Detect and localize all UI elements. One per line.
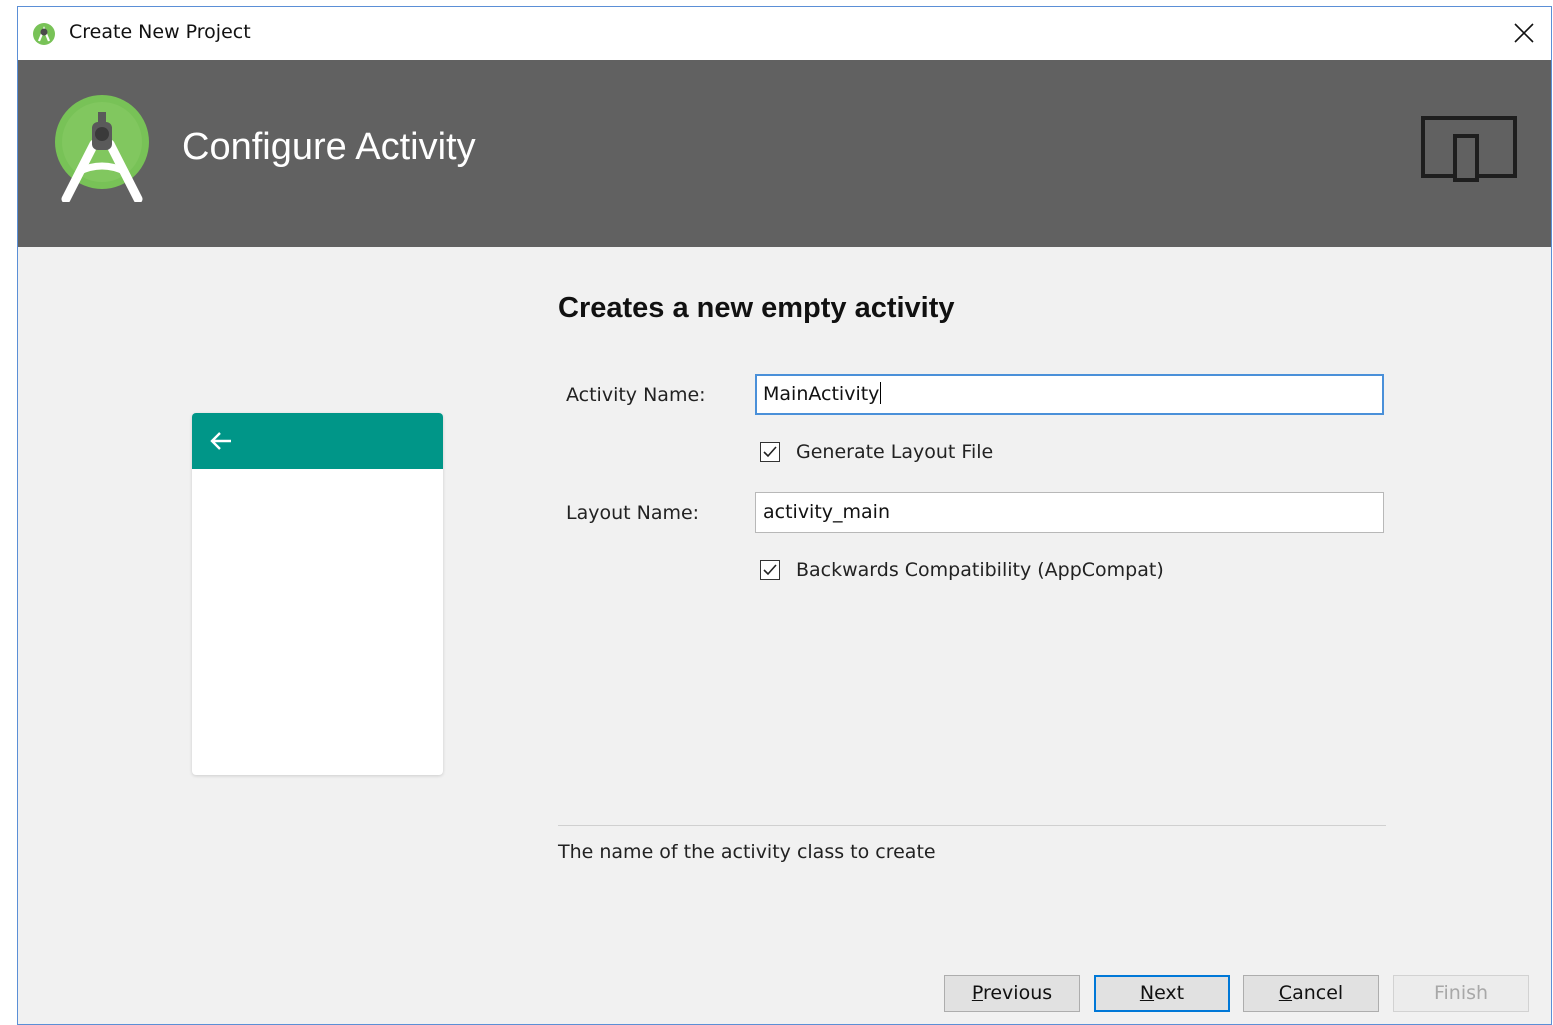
backwards-compat-checkbox[interactable] (760, 560, 780, 580)
previous-mnemonic: P (971, 982, 983, 1004)
text-caret (880, 382, 882, 404)
activity-preview (192, 413, 443, 775)
create-new-project-window: Create New Project Configure Activity Cr… (17, 6, 1552, 1025)
next-button[interactable]: Next (1094, 975, 1230, 1012)
close-button[interactable] (1497, 7, 1551, 60)
preview-app-bar (192, 413, 443, 469)
cancel-label: ancel (1292, 982, 1344, 1004)
next-label: ext (1154, 982, 1185, 1004)
help-text: The name of the activity class to create (558, 841, 936, 863)
tablet-phone-device-icon (1421, 116, 1517, 182)
checkmark-icon (763, 564, 777, 576)
android-studio-logo (55, 95, 149, 202)
android-studio-icon (33, 23, 55, 45)
generate-layout-checkbox[interactable] (760, 442, 780, 462)
arrow-left-icon (210, 432, 231, 450)
layout-name-value: activity_main (763, 501, 891, 523)
wizard-header: Configure Activity (18, 60, 1551, 247)
header-title: Configure Activity (182, 126, 476, 168)
layout-name-label: Layout Name: (566, 502, 700, 524)
checkmark-icon (763, 446, 777, 458)
activity-name-value: MainActivity (763, 383, 880, 405)
next-mnemonic: N (1139, 982, 1155, 1004)
activity-name-input[interactable]: MainActivity (755, 374, 1384, 415)
form-heading: Creates a new empty activity (558, 292, 955, 324)
title-bar: Create New Project (18, 7, 1551, 60)
cancel-mnemonic: C (1278, 982, 1293, 1004)
generate-layout-label: Generate Layout File (796, 441, 994, 463)
layout-name-input[interactable]: activity_main (755, 492, 1384, 533)
activity-name-label: Activity Name: (566, 384, 706, 406)
close-icon (1514, 23, 1534, 43)
previous-button[interactable]: Previous (944, 975, 1080, 1012)
window-title: Create New Project (69, 21, 251, 43)
previous-label: revious (982, 982, 1053, 1004)
help-divider (558, 825, 1386, 826)
cancel-button[interactable]: Cancel (1243, 975, 1379, 1012)
backwards-compat-label: Backwards Compatibility (AppCompat) (796, 559, 1164, 581)
finish-button: Finish (1393, 975, 1529, 1012)
